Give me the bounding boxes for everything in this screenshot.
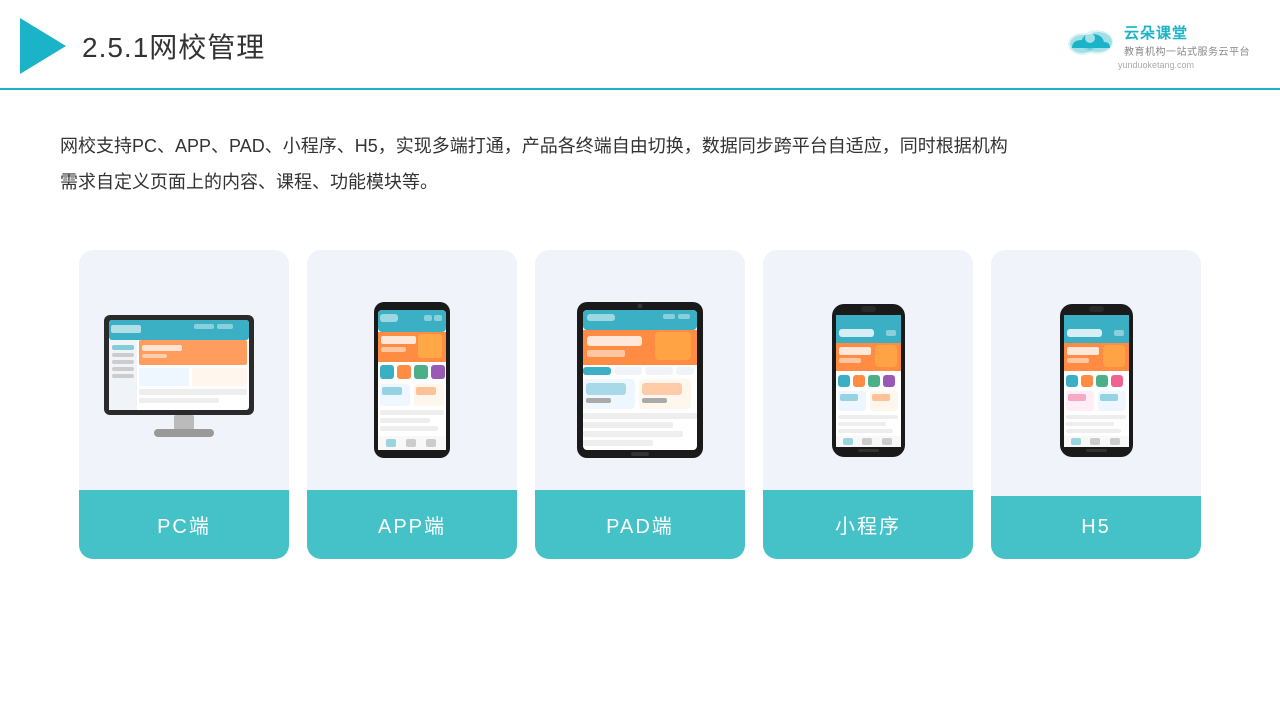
pad-label: PAD端 bbox=[535, 490, 745, 559]
brand-text-group: 云朵课堂 教育机构一站式服务云平台 bbox=[1124, 22, 1250, 58]
page-title: 2.5.1网校管理 bbox=[82, 26, 265, 66]
header-left: 2.5.1网校管理 bbox=[20, 18, 265, 74]
pc-image-area bbox=[79, 270, 289, 490]
miniapp-image-area bbox=[763, 270, 973, 490]
description-line2: 需求自定义页面上的内容、课程、功能模块等。 bbox=[60, 164, 1220, 200]
description-section: 网校支持PC、APP、PAD、小程序、H5，实现多端打通，产品各终端自由切换，数… bbox=[0, 90, 1280, 220]
h5-image-area bbox=[991, 270, 1201, 490]
pc-label: PC端 bbox=[79, 490, 289, 559]
brand-logo: 云朵课堂 教育机构一站式服务云平台 yunduoketang.com bbox=[1062, 22, 1250, 70]
device-cards-container: PC端 bbox=[0, 230, 1280, 589]
h5-phone-icon bbox=[1059, 303, 1134, 458]
title-prefix: 2.5.1 bbox=[82, 32, 149, 63]
pad-image-area bbox=[535, 270, 745, 490]
card-pad: PAD端 bbox=[535, 250, 745, 559]
brand-name: 云朵课堂 bbox=[1124, 22, 1250, 43]
h5-label: H5 bbox=[991, 496, 1201, 559]
play-icon bbox=[20, 18, 66, 74]
card-pc: PC端 bbox=[79, 250, 289, 559]
app-phone-icon bbox=[372, 300, 452, 460]
brand-url: yunduoketang.com bbox=[1118, 60, 1194, 70]
pc-monitor-icon bbox=[99, 310, 269, 450]
card-h5: H5 bbox=[991, 250, 1201, 559]
card-app: APP端 bbox=[307, 250, 517, 559]
app-label: APP端 bbox=[307, 490, 517, 559]
page-header: 2.5.1网校管理 云朵课堂 教育机构一站式服务云平台 yunduoketang… bbox=[0, 0, 1280, 90]
card-miniapp: 小程序 bbox=[763, 250, 973, 559]
description-line1: 网校支持PC、APP、PAD、小程序、H5，实现多端打通，产品各终端自由切换，数… bbox=[60, 128, 1220, 164]
app-image-area bbox=[307, 270, 517, 490]
miniapp-label: 小程序 bbox=[763, 490, 973, 559]
title-main: 网校管理 bbox=[149, 32, 265, 63]
miniapp-phone-icon bbox=[831, 303, 906, 458]
brand-icon-row: 云朵课堂 教育机构一站式服务云平台 bbox=[1062, 22, 1250, 58]
pad-tablet-icon bbox=[575, 300, 705, 460]
cloud-icon bbox=[1062, 22, 1118, 58]
brand-tagline: 教育机构一站式服务云平台 bbox=[1124, 43, 1250, 58]
